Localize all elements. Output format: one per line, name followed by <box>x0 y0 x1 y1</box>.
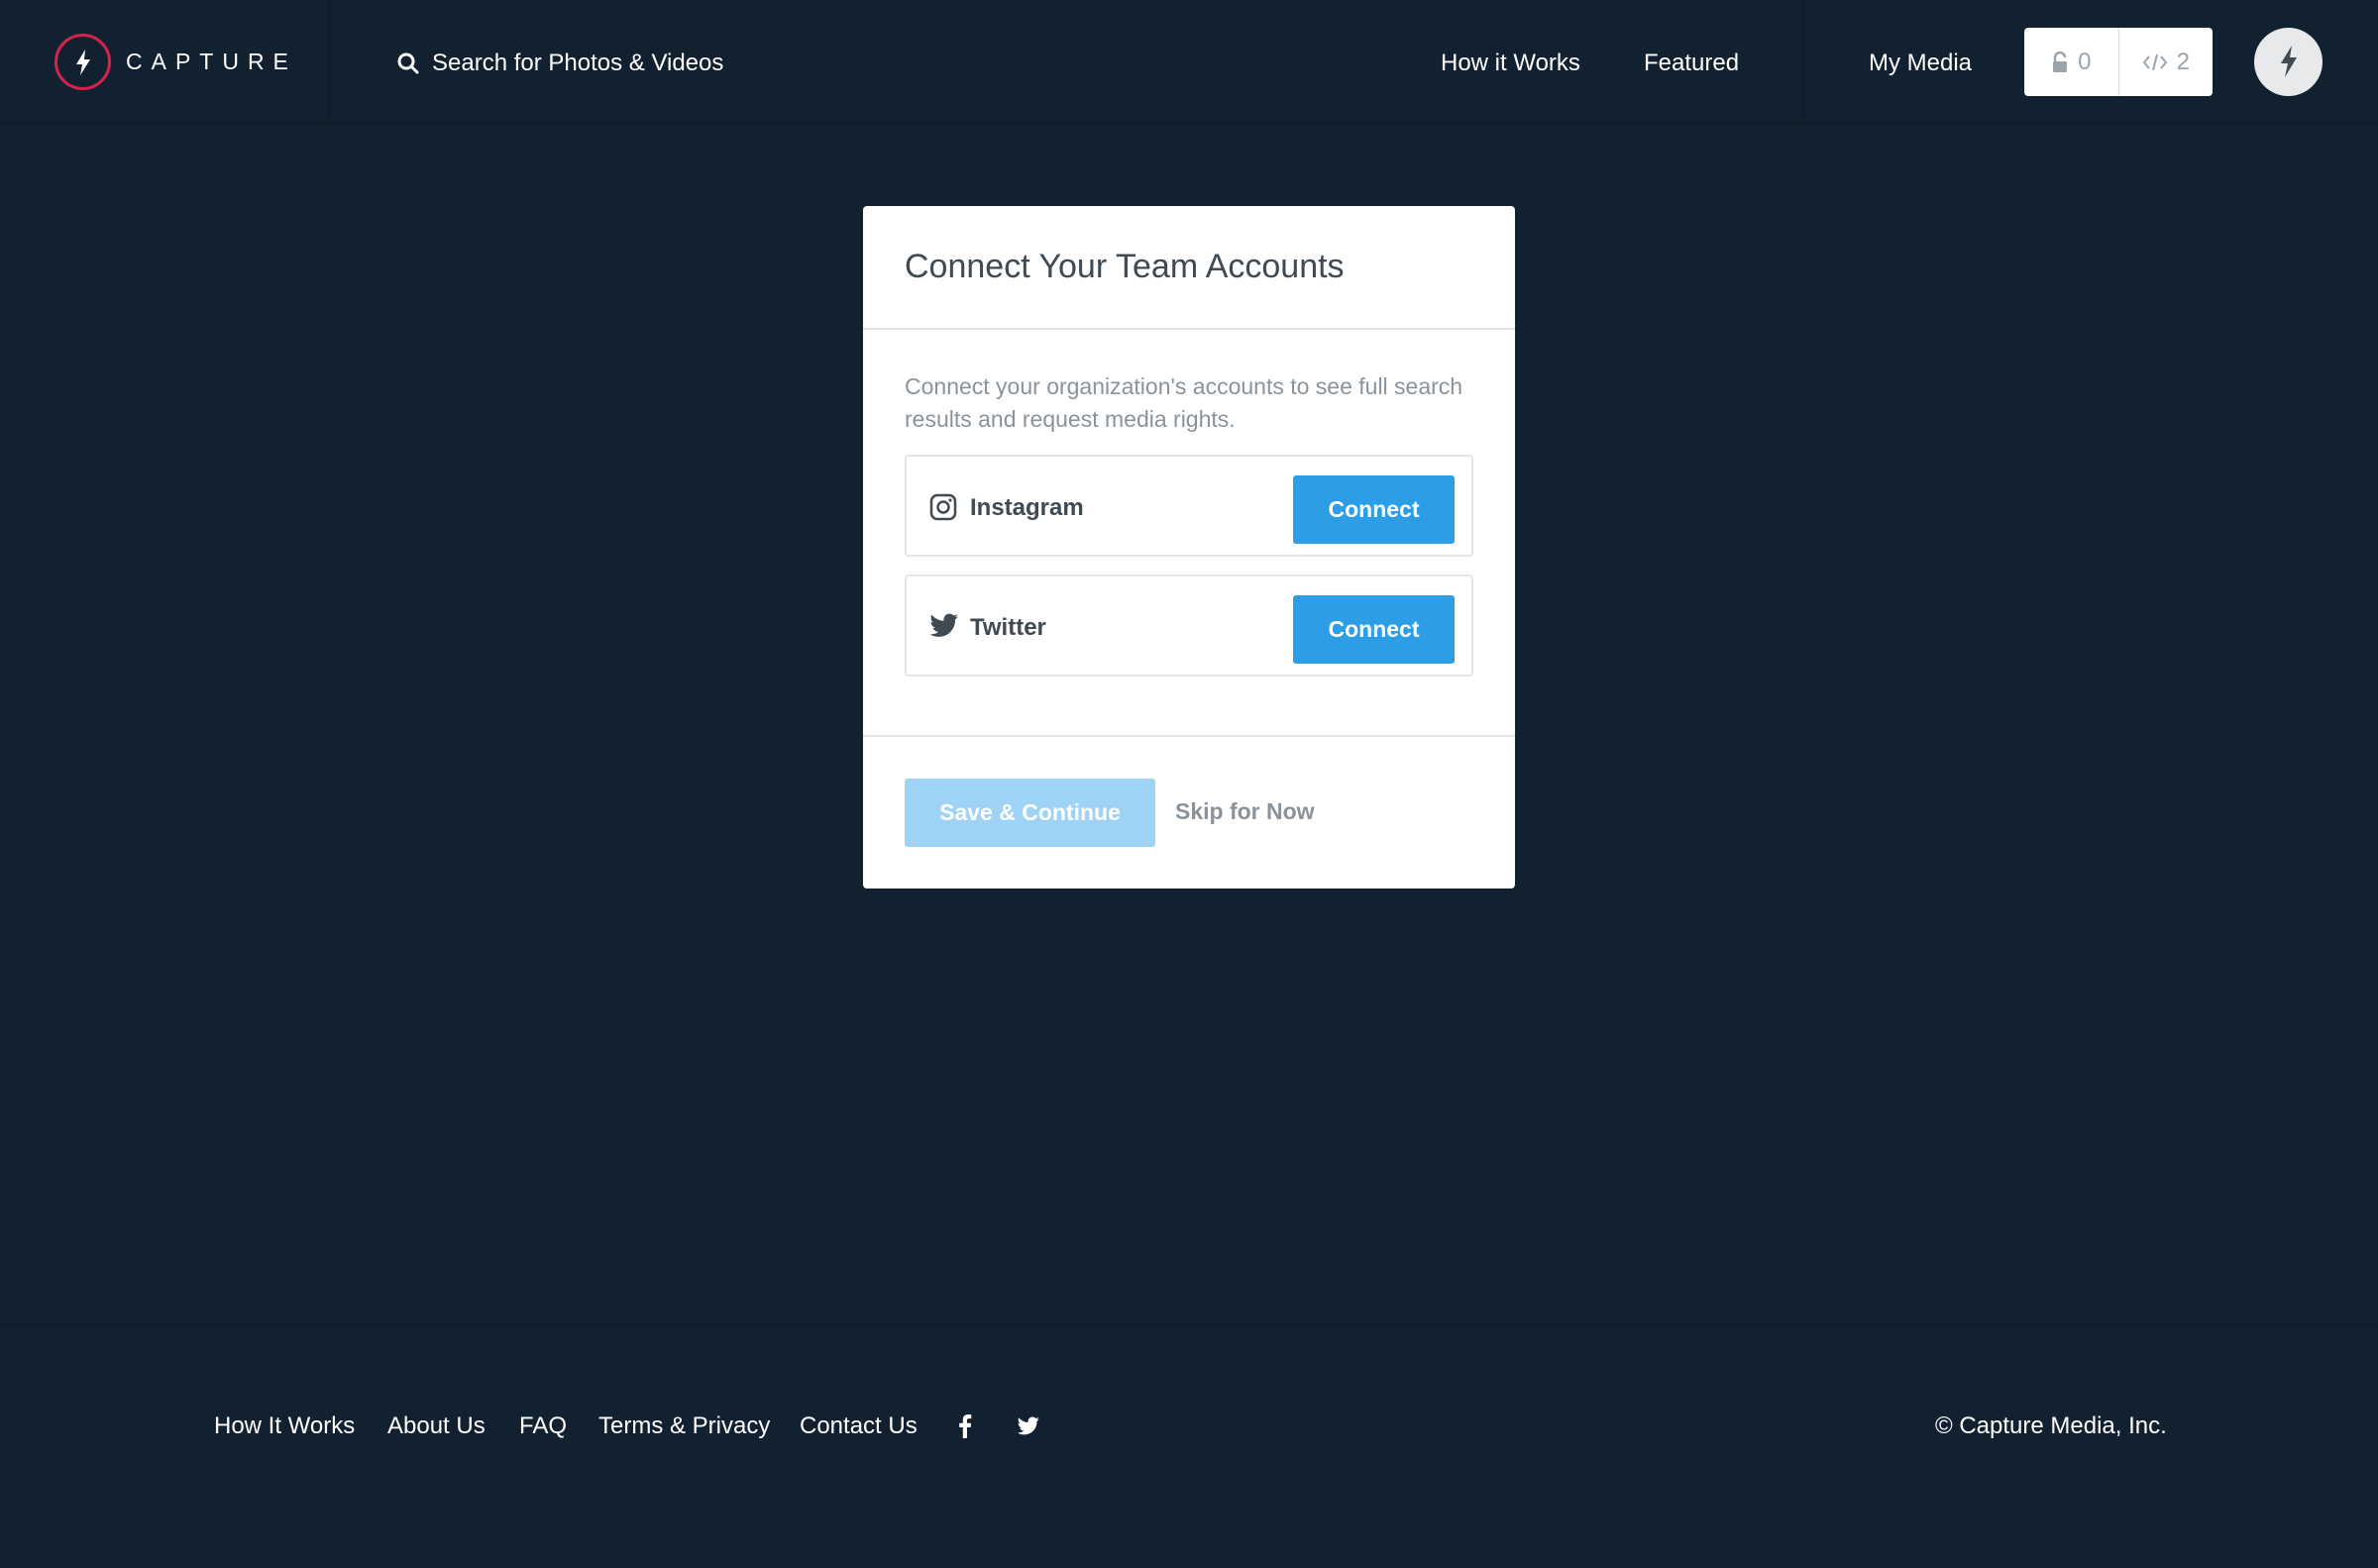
search-button[interactable]: Search for Photos & Videos <box>396 46 723 81</box>
unlocked-counter[interactable]: 0 <box>2024 28 2118 96</box>
nav-how-it-works[interactable]: How it Works <box>1441 50 1580 77</box>
account-name: Twitter <box>970 614 1046 641</box>
bolt-icon <box>2281 46 2297 77</box>
modal-header: Connect Your Team Accounts <box>863 206 1515 330</box>
modal-description: Connect your organization's accounts to … <box>905 373 1463 432</box>
embed-counter[interactable]: 2 <box>2117 28 2214 96</box>
unlock-icon <box>2053 51 2068 72</box>
footer-link-contact-us[interactable]: Contact Us <box>800 1412 918 1440</box>
connect-twitter-button[interactable]: Connect <box>1293 595 1455 664</box>
save-continue-button[interactable]: Save & Continue <box>905 779 1155 847</box>
nav-featured[interactable]: Featured <box>1644 50 1739 77</box>
connect-accounts-modal: Connect Your Team Accounts Connect your … <box>863 206 1515 889</box>
bolt-logo-icon <box>54 34 111 90</box>
copyright: © Capture Media, Inc. <box>1935 1412 2167 1439</box>
unlocked-count: 0 <box>2078 48 2092 75</box>
embed-count: 2 <box>2176 48 2190 75</box>
brand-logo[interactable]: CAPTURE <box>0 0 330 123</box>
account-name: Instagram <box>970 494 1084 521</box>
footer-link-terms-privacy[interactable]: Terms & Privacy <box>598 1412 770 1440</box>
code-icon <box>2142 53 2167 70</box>
search-label: Search for Photos & Videos <box>432 50 724 76</box>
nav-my-media[interactable]: My Media <box>1869 50 1972 77</box>
brand-wordmark: CAPTURE <box>126 49 297 74</box>
nav-divider <box>1803 0 1804 123</box>
instagram-icon <box>929 493 957 521</box>
top-nav: CAPTURE Search for Photos & Videos How i… <box>0 0 2378 123</box>
modal-title: Connect Your Team Accounts <box>905 248 1345 285</box>
twitter-icon <box>929 613 958 637</box>
account-row-twitter: Twitter Connect <box>905 575 1473 677</box>
account-row-instagram: Instagram Connect <box>905 455 1473 557</box>
footer-link-how-it-works[interactable]: How It Works <box>214 1412 355 1440</box>
search-icon <box>397 52 419 74</box>
media-counters: 0 2 <box>2024 28 2213 96</box>
footer: How It Works About Us FAQ Terms & Privac… <box>0 1324 2378 1568</box>
footer-link-faq[interactable]: FAQ <box>519 1412 567 1440</box>
twitter-icon[interactable] <box>1017 1416 1040 1436</box>
facebook-icon[interactable] <box>958 1414 972 1438</box>
footer-link-about-us[interactable]: About Us <box>387 1412 486 1440</box>
page: CAPTURE Search for Photos & Videos How i… <box>0 0 2378 1568</box>
modal-footer-divider <box>863 735 1515 737</box>
skip-for-now-link[interactable]: Skip for Now <box>1175 798 1315 825</box>
connect-instagram-button[interactable]: Connect <box>1293 475 1455 544</box>
user-avatar[interactable] <box>2254 28 2323 96</box>
